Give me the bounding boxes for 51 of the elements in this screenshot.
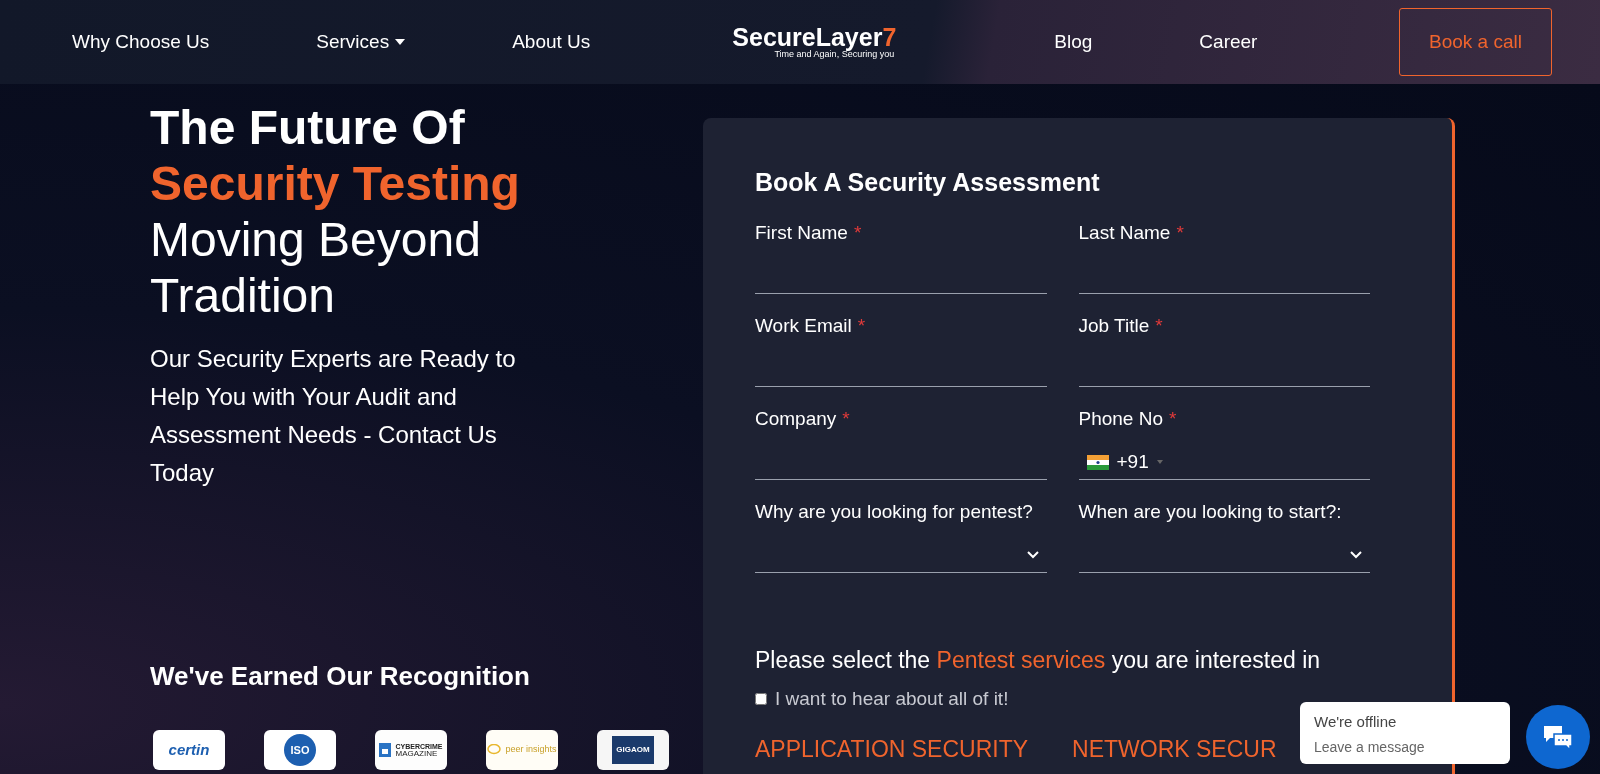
category-heading: APPLICATION SECURITY: [755, 737, 1029, 761]
chat-icon: [1542, 724, 1574, 750]
checkbox-label: I want to hear about all of it!: [775, 687, 1009, 711]
badge-text: MAGAZINE: [395, 749, 438, 758]
nav-link[interactable]: Services: [316, 27, 406, 57]
logo-mark: 7: [882, 23, 897, 51]
badge-text: peer insights: [505, 743, 557, 757]
field-label: When are you looking to start?:: [1078, 499, 1342, 524]
nav-link[interactable]: Career: [1199, 27, 1258, 57]
form-title: Book A Security Assessment: [755, 167, 1101, 198]
chat-popup[interactable]: We're offline Leave a message: [1300, 702, 1510, 764]
field-label: Phone No: [1078, 406, 1163, 431]
chevron-down-icon: [1350, 551, 1362, 559]
site-logo[interactable]: SecureLayer7 Time and Again, Securing you: [732, 25, 897, 59]
field-label: Work Email: [755, 313, 852, 338]
caret-icon: [1156, 460, 1163, 464]
badge-text: certin: [168, 739, 210, 760]
hero-description: Our Security Experts are Ready to Help You with Your Audit and Assessment Needs - Contact Us Today: [150, 344, 517, 488]
required-mark: *: [1176, 220, 1184, 245]
recognition-heading: We've Earned Our Recognition: [150, 660, 531, 693]
nav-link[interactable]: Why Choose Us: [72, 27, 210, 57]
required-mark: *: [1155, 313, 1163, 338]
speech-bubble-icon: [487, 744, 502, 756]
nav-link[interactable]: Blog: [1054, 27, 1093, 57]
chevron-down-icon: [1026, 551, 1039, 559]
required-mark: *: [1169, 406, 1177, 431]
logo-text: SecureLayer: [732, 23, 883, 51]
hero-heading-line: Moving Beyond Tradition: [150, 212, 482, 324]
required-mark: *: [842, 406, 850, 431]
checkbox[interactable]: [755, 693, 767, 706]
flag-icon: [1086, 454, 1109, 470]
chat-status: We're offline: [1314, 712, 1398, 732]
required-mark: *: [853, 220, 862, 245]
hero-heading-line: Security Testing: [150, 156, 521, 212]
nav-link[interactable]: About Us: [512, 27, 591, 57]
hero-heading-line: The Future Of: [150, 100, 466, 156]
field-label: Last Name: [1078, 220, 1171, 245]
category-heading: NETWORK SECUR: [1072, 737, 1277, 761]
logo-tagline: Time and Again, Securing you: [774, 50, 895, 59]
field-label: Why are you looking for pentest?: [755, 499, 1033, 524]
country-code[interactable]: +91: [1116, 447, 1149, 477]
chat-subtitle: Leave a message: [1314, 737, 1426, 757]
field-label: Company: [755, 406, 837, 431]
book-call-button[interactable]: Book a call: [1399, 8, 1552, 76]
field-label: Job Title: [1078, 313, 1150, 338]
phone-field[interactable]: +91: [1078, 445, 1370, 480]
required-mark: *: [857, 313, 866, 338]
field-label: First Name: [755, 220, 848, 245]
badge-text: GIGAOM: [612, 736, 654, 764]
services-prompt: Please select the Pentest services you are interested in: [755, 645, 1321, 675]
badge-text: ISO: [284, 734, 316, 766]
